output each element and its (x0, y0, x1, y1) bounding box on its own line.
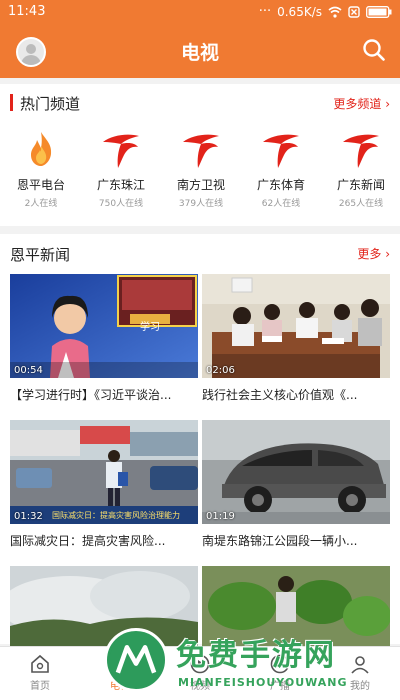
watermark-text: 免费手游网 (176, 638, 336, 673)
news-card-title: 国际减灾日：提高灾害风险... (10, 534, 166, 548)
video-duration: 01:19 (206, 511, 235, 522)
news-card[interactable]: 01:19 南堤东路锦江公园段一辆小... (202, 420, 390, 549)
channel-item-sports[interactable]: 广东体育 62人在线 (242, 128, 320, 224)
gdtv-logo-icon (103, 134, 139, 168)
enping-news-section: 恩平新闻 更多 › 学习 00:54 【学习进行时】《习近平谈治... 02:0… (0, 234, 400, 646)
watermark-subtext: MIANFEISHOUYOUWANG (178, 676, 348, 689)
hot-channels-title: 热门频道 (20, 95, 81, 113)
video-duration: 00:54 (14, 365, 43, 376)
channel-online-count: 379人在线 (178, 199, 224, 209)
meeting-thumbnail-image (202, 274, 390, 378)
site-watermark: 免费手游网 MIANFEISHOUYOUWANG (104, 624, 400, 700)
channel-item-zhujiang[interactable]: 广东珠江 750人在线 (82, 128, 160, 224)
video-duration: 01:32 (14, 511, 43, 522)
news-card[interactable]: 01:32 国际减灾日：提高灾害风险治理能力 国际减灾日：提高灾害风险... (10, 420, 198, 549)
channel-name: 广东体育 (256, 178, 305, 192)
app-header: 电视 (0, 24, 400, 78)
hot-channels-section: 热门频道 更多频道 › 恩平电台 2人在线 广东珠江 750人在线 南方卫视 3… (0, 84, 400, 226)
news-thumbnail: 学习 00:54 (10, 274, 198, 378)
thumb-caption: 国际减灾日：提高灾害风险治理能力 (52, 511, 180, 520)
more-channels-label: 更多频道 (333, 97, 382, 111)
status-time: 11:43 (8, 4, 46, 19)
channel-name: 南方卫视 (176, 178, 225, 192)
video-duration: 02:06 (206, 365, 235, 376)
section-marker (10, 94, 13, 111)
news-card[interactable]: 学习 00:54 【学习进行时】《习近平谈治... (10, 274, 198, 403)
battery-icon (366, 5, 392, 18)
search-icon[interactable] (362, 38, 386, 62)
sim-off-icon (348, 5, 360, 18)
news-header: 恩平新闻 更多 › (0, 234, 400, 270)
page-title: 电视 (180, 42, 219, 64)
street-thumbnail-image (10, 420, 198, 524)
burnt-car-thumbnail-image (202, 420, 390, 524)
news-card-title: 南堤东路锦江公园段一辆小... (202, 534, 358, 548)
wifi-icon (328, 6, 342, 18)
gdtv-logo-icon (183, 134, 219, 168)
more-news-label: 更多 (357, 247, 382, 261)
news-card-title: 【学习进行时】《习近平谈治... (10, 388, 172, 402)
channel-name: 广东新闻 (336, 178, 385, 192)
network-speed: 0.65K/s (277, 4, 322, 19)
more-dots-icon: ··· (258, 4, 272, 19)
news-title: 恩平新闻 (10, 246, 71, 264)
hot-channels-header: 热门频道 更多频道 › (0, 84, 400, 120)
gdtv-logo-icon (263, 134, 299, 168)
status-bar: 11:43 ··· 0.65K/s (0, 0, 400, 24)
channel-online-count: 750人在线 (98, 199, 144, 209)
tab-home[interactable]: 首页 (0, 647, 80, 700)
more-channels-link[interactable]: 更多频道 › (333, 95, 390, 112)
home-icon (31, 654, 49, 673)
channel-name: 广东珠江 (96, 178, 145, 192)
news-card[interactable]: 02:06 践行社会主义核心价值观《... (202, 274, 390, 403)
more-news-link[interactable]: 更多 › (357, 245, 390, 262)
gdtv-logo-icon (343, 134, 379, 168)
status-right: ··· 0.65K/s (259, 4, 392, 19)
news-thumbnail: 01:19 (202, 420, 390, 524)
channel-online-count: 265人在线 (338, 199, 384, 209)
news-card-title: 践行社会主义核心价值观《... (202, 388, 358, 402)
channel-online-count: 62人在线 (261, 199, 301, 209)
anchor-thumbnail-image (10, 274, 198, 378)
channel-item-news[interactable]: 广东新闻 265人在线 (322, 128, 400, 224)
channel-list: 恩平电台 2人在线 广东珠江 750人在线 南方卫视 379人在线 广东体育 6… (0, 128, 400, 224)
flame-logo-icon (31, 132, 52, 166)
thumb-caption-word: 学习 (140, 322, 160, 333)
channel-name: 恩平电台 (16, 178, 65, 192)
tab-label: 首页 (30, 681, 50, 692)
watermark-logo-icon (104, 628, 168, 692)
news-thumbnail: 01:32 国际减灾日：提高灾害风险治理能力 (10, 420, 198, 524)
channel-item-nanfang[interactable]: 南方卫视 379人在线 (162, 128, 240, 224)
news-thumbnail: 02:06 (202, 274, 390, 378)
channel-online-count: 2人在线 (24, 199, 58, 209)
channel-item-enping[interactable]: 恩平电台 2人在线 (2, 128, 80, 224)
